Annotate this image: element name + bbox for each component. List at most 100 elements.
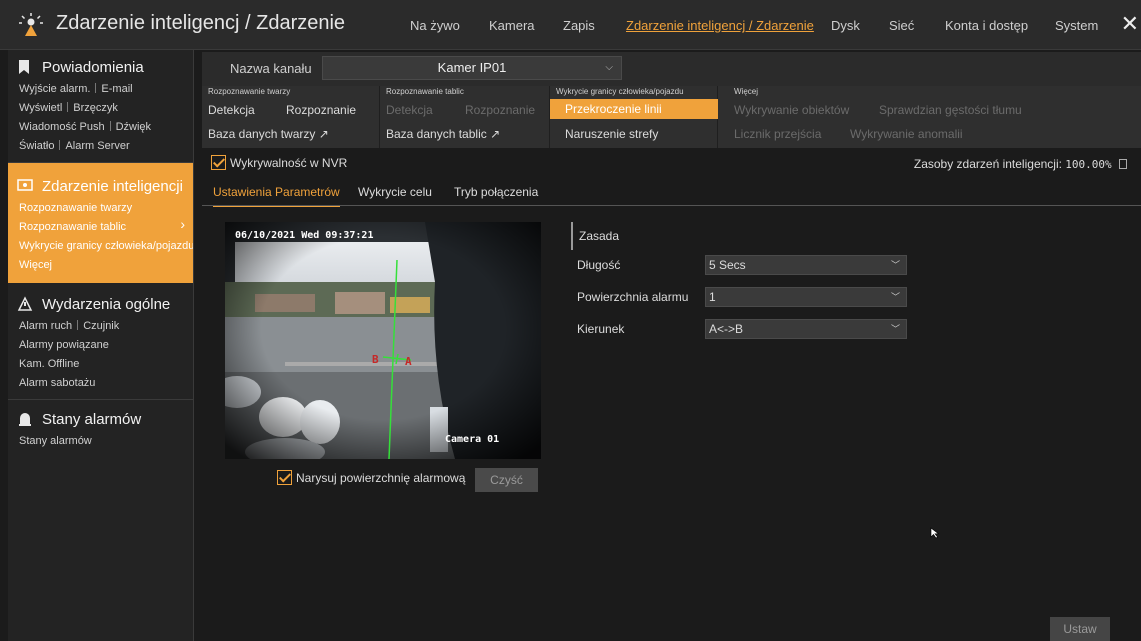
sidebar-title-alarm-states: Stany alarmów xyxy=(42,410,142,428)
close-icon[interactable]: ✕ xyxy=(1121,13,1139,35)
chevron-down-icon: ﹀ xyxy=(890,260,900,270)
clear-button[interactable]: Czyść xyxy=(475,468,538,492)
zone-intrusion-option[interactable]: Naruszenie strefy xyxy=(565,127,658,141)
sidebar-item-tamper[interactable]: Alarm sabotażu xyxy=(8,374,193,393)
sidebar-row: Światło Alarm Server xyxy=(8,137,193,156)
grid-caption-face: Rozpoznawanie twarzy xyxy=(208,87,291,96)
sidebar-item-sound[interactable]: Dźwięk xyxy=(116,121,151,133)
alarm-area-select[interactable]: 1 ﹀ xyxy=(705,287,907,307)
channel-select[interactable]: Kamer IP01 ⌵ xyxy=(322,56,622,80)
direction-select[interactable]: A<->B ﹀ xyxy=(705,319,907,339)
rule-section-title: Zasada xyxy=(571,222,619,250)
video-camera-name: Camera 01 xyxy=(445,434,500,445)
sidebar-head-alarm-states[interactable]: Stany alarmów xyxy=(8,406,193,432)
video-timestamp: 06/10/2021 Wed 09:37:21 xyxy=(235,230,374,241)
sidebar-item-alarm-server[interactable]: Alarm Server xyxy=(65,140,129,152)
nav-record[interactable]: Zapis xyxy=(563,18,595,33)
tab-target-detection[interactable]: Wykrycie celu xyxy=(358,185,432,199)
line-label-a: A xyxy=(405,355,412,368)
sidebar-title-general: Wydarzenia ogólne xyxy=(42,295,171,313)
grid-caption-more: Więcej xyxy=(734,87,759,96)
tab-bar: Ustawienia Parametrów Wykrycie celu Tryb… xyxy=(202,180,1141,207)
sidebar-item-push[interactable]: Wiadomość Push xyxy=(19,121,105,133)
camera-scene xyxy=(225,222,541,459)
document-icon[interactable] xyxy=(1119,159,1127,169)
sidebar-item-alarm-states[interactable]: Stany alarmów xyxy=(8,432,193,451)
chevron-down-icon: ⌵ xyxy=(605,62,613,73)
camera-preview[interactable]: 06/10/2021 Wed 09:37:21 Camera 01 B A xyxy=(225,222,541,459)
page-title: Zdarzenie inteligencj / Zdarzenie xyxy=(56,12,346,34)
nav-camera[interactable]: Kamera xyxy=(489,18,535,33)
alarm-area-value: 1 xyxy=(709,290,716,304)
nvr-checkbox[interactable] xyxy=(211,155,226,170)
sidebar-item-alarm-output[interactable]: Wyjście alarm. xyxy=(19,83,90,95)
nav-live[interactable]: Na żywo xyxy=(410,18,460,33)
apply-button[interactable]: Ustaw xyxy=(1050,617,1110,641)
line-label-b: B xyxy=(372,353,379,366)
face-detection[interactable]: Detekcja xyxy=(208,103,255,117)
sidebar: Powiadomienia Wyjście alarm. E-mail Wyświ… xyxy=(8,50,194,641)
sidebar-item-buzzer[interactable]: Brzęczyk xyxy=(73,102,118,114)
draw-area-toggle[interactable]: Narysuj powierzchnię alarmową xyxy=(277,470,465,485)
duration-label: Długość xyxy=(577,258,621,272)
sidebar-item-plate-recognition[interactable]: Rozpoznawanie tablic › xyxy=(8,216,193,237)
tab-parameters[interactable]: Ustawienia Parametrów xyxy=(213,185,340,207)
external-link-icon: ↗ xyxy=(490,127,501,141)
divider xyxy=(109,121,111,131)
intelligence-logo-icon xyxy=(19,13,43,36)
sidebar-item-motion[interactable]: Alarm ruch xyxy=(19,320,72,332)
draw-area-checkbox[interactable] xyxy=(277,470,292,485)
plate-recognition[interactable]: Rozpoznanie xyxy=(465,103,535,117)
tab-link-mode[interactable]: Tryb połączenia xyxy=(454,185,538,199)
nvr-detection[interactable]: Wykrywalność w NVR xyxy=(211,155,347,170)
sidebar-head-intelligent[interactable]: Zdarzenie inteligencji xyxy=(8,173,193,199)
sidebar-item-sensor[interactable]: Czujnik xyxy=(83,320,119,332)
sidebar-item-light[interactable]: Światło xyxy=(19,140,54,152)
sidebar-item-face-recognition[interactable]: Rozpoznawanie twarzy xyxy=(8,199,193,218)
alarm-state-icon xyxy=(19,413,31,426)
duration-value: 5 Secs xyxy=(709,258,746,272)
plate-database[interactable]: Baza danych tablic ↗ xyxy=(386,127,500,141)
sidebar-section-general: Wydarzenia ogólne Alarm ruch Czujnik Alar… xyxy=(8,283,193,400)
feature-grid: Rozpoznawanie twarzy Detekcja Rozpoznani… xyxy=(202,86,1141,148)
face-database-label: Baza danych twarzy xyxy=(208,127,316,141)
crowd-density[interactable]: Sprawdzian gęstości tłumu xyxy=(879,103,1022,117)
face-database[interactable]: Baza danych twarzy ↗ xyxy=(208,127,329,141)
alarm-area-label: Powierzchnia alarmu xyxy=(577,290,689,304)
plate-detection[interactable]: Detekcja xyxy=(386,103,433,117)
mouse-cursor-icon xyxy=(930,527,940,539)
sidebar-item-display[interactable]: Wyświetl xyxy=(19,102,62,114)
object-detection[interactable]: Wykrywanie obiektów xyxy=(734,103,849,117)
nvr-label: Wykrywalność w NVR xyxy=(230,155,348,170)
duration-select[interactable]: 5 Secs ﹀ xyxy=(705,255,907,275)
sidebar-item-linked-alarms[interactable]: Alarmy powiązane xyxy=(8,336,193,355)
sidebar-head-general[interactable]: Wydarzenia ogólne xyxy=(8,291,193,317)
divider xyxy=(67,102,69,112)
draw-area-label: Narysuj powierzchnię alarmową xyxy=(296,470,466,485)
face-recognition[interactable]: Rozpoznanie xyxy=(286,103,356,117)
sidebar-item-boundary-detection[interactable]: Wykrycie granicy człowieka/pojazdu xyxy=(8,237,193,256)
divider xyxy=(95,83,97,93)
line-crossing-option[interactable]: Przekroczenie linii xyxy=(550,99,718,119)
nav-accounts[interactable]: Konta i dostęp xyxy=(945,18,1028,33)
passage-counter[interactable]: Licznik przejścia xyxy=(734,127,821,141)
sidebar-item-email[interactable]: E-mail xyxy=(101,83,132,95)
sidebar-item-more[interactable]: Więcej xyxy=(8,256,193,275)
nav-intelligent-event[interactable]: Zdarzenie inteligencj / Zdarzenie xyxy=(626,18,814,33)
chevron-down-icon: ﹀ xyxy=(890,324,900,334)
sidebar-row: Wyjście alarm. E-mail xyxy=(8,80,193,99)
sidebar-title-notifications: Powiadomienia xyxy=(42,58,144,76)
sidebar-item-label: Rozpoznawanie tablic xyxy=(19,221,127,233)
external-link-icon: ↗ xyxy=(318,127,329,141)
sidebar-section-alarm-states: Stany alarmów Stany alarmów xyxy=(8,400,193,457)
plate-database-label: Baza danych tablic xyxy=(386,127,487,141)
nav-disk[interactable]: Dysk xyxy=(831,18,860,33)
nav-system[interactable]: System xyxy=(1055,18,1098,33)
sidebar-head-notifications[interactable]: Powiadomienia xyxy=(8,54,193,80)
resources-value: 100.00% xyxy=(1065,158,1112,171)
anomaly-detection[interactable]: Wykrywanie anomalii xyxy=(850,127,963,141)
nav-network[interactable]: Sieć xyxy=(889,18,914,33)
direction-label: Kierunek xyxy=(577,322,625,336)
ai-event-icon xyxy=(17,179,33,191)
sidebar-item-camera-offline[interactable]: Kam. Offline xyxy=(8,355,193,374)
